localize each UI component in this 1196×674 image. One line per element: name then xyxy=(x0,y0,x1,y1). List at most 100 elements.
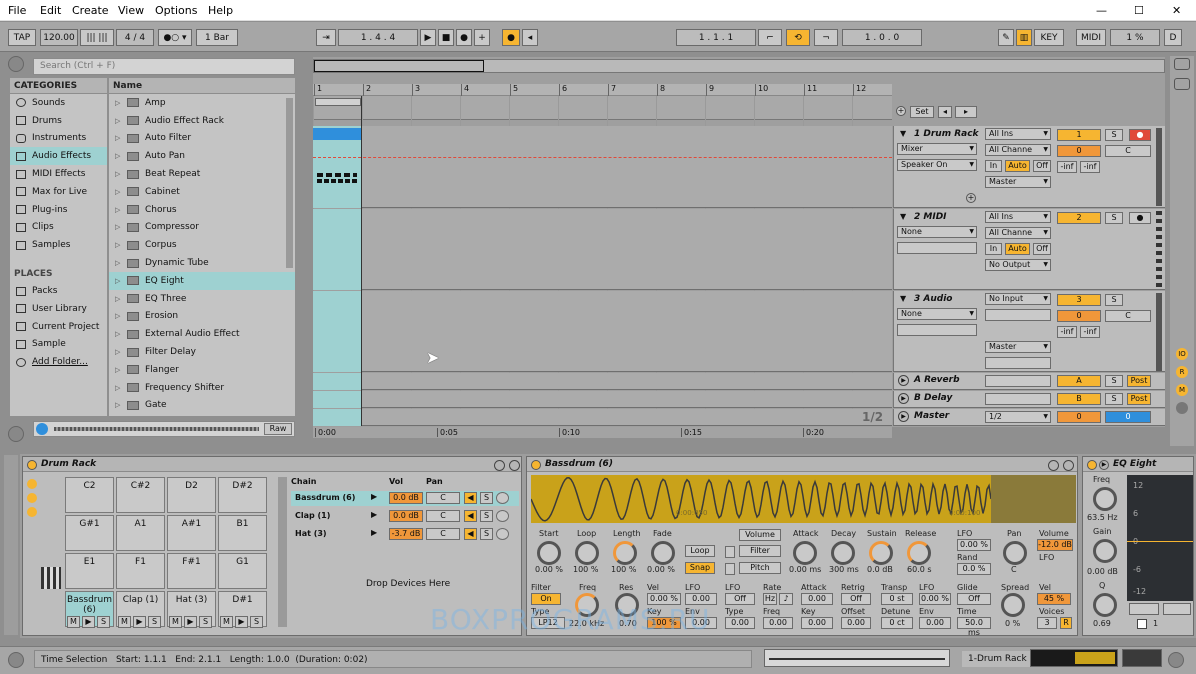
time-ruler[interactable]: 0:00 0:05 0:10 0:15 0:20 xyxy=(313,427,892,438)
expand-arrow-icon[interactable]: ▷ xyxy=(115,401,121,409)
show-devices-icon[interactable] xyxy=(27,507,37,517)
pad-solo-button[interactable]: S xyxy=(250,616,263,628)
pad-play-button[interactable]: ▶ xyxy=(184,616,197,628)
pad-mute-button[interactable]: M xyxy=(220,616,233,628)
track-activator[interactable]: 3 xyxy=(1057,294,1101,306)
rate-hz[interactable]: Hz xyxy=(763,593,777,605)
track-header-midi[interactable]: ▼ 2 MIDI None All Ins All Channe In Auto… xyxy=(893,209,1165,290)
input-channel-chooser[interactable]: All Channe xyxy=(985,227,1051,239)
monitor-auto-button[interactable]: Auto xyxy=(1005,243,1030,255)
hotswap-icon[interactable] xyxy=(496,510,509,522)
loop-length-field[interactable]: 1 . 0 . 0 xyxy=(842,29,922,46)
bar-number[interactable]: 2 xyxy=(363,84,371,96)
chain-name[interactable]: Bassdrum (6) xyxy=(295,493,355,502)
attack-knob[interactable] xyxy=(793,541,817,565)
track-name[interactable]: 3 Audio xyxy=(914,294,952,304)
lfo-attack[interactable]: 0.00 xyxy=(801,593,833,605)
track-name[interactable]: 2 MIDI xyxy=(914,212,947,222)
record-icon[interactable]: ● xyxy=(456,29,472,46)
track-lane-audio[interactable] xyxy=(313,291,892,372)
q-knob[interactable] xyxy=(1093,593,1117,617)
expand-arrow-icon[interactable]: ▷ xyxy=(115,330,121,338)
monitor-in-button[interactable]: In xyxy=(985,160,1002,172)
pad-solo-button[interactable]: S xyxy=(148,616,161,628)
chain-pan[interactable]: C xyxy=(426,492,460,504)
transp-value[interactable]: 0 st xyxy=(881,593,913,605)
solo-button[interactable]: S xyxy=(1105,375,1123,387)
hotswap-icon[interactable] xyxy=(496,528,509,540)
session-view-icon[interactable] xyxy=(1174,58,1190,70)
preview-icon[interactable] xyxy=(36,423,48,435)
expand-arrow-icon[interactable]: ▷ xyxy=(115,366,121,374)
bar-number[interactable]: 8 xyxy=(657,84,665,96)
pitch-tab-button[interactable]: Pitch xyxy=(739,562,781,574)
pitch-lfo-value[interactable]: 0.00 % xyxy=(919,593,951,605)
chain-solo-button[interactable]: S xyxy=(480,528,493,540)
solo-button[interactable]: S xyxy=(1105,212,1123,224)
time-selection[interactable] xyxy=(313,291,361,372)
browser-item[interactable]: ▷ Flanger xyxy=(109,361,295,379)
loop-button[interactable]: Loop xyxy=(685,545,715,557)
browser-item[interactable]: ▷ Erosion xyxy=(109,308,295,326)
browser-item[interactable]: ▷ Audio Effect Rack xyxy=(109,112,295,130)
browser-toggle-icon[interactable] xyxy=(8,56,24,72)
bar-number[interactable]: 3 xyxy=(412,84,420,96)
hotswap-icon[interactable] xyxy=(494,460,505,471)
bar-number[interactable]: 7 xyxy=(608,84,616,96)
menu-view[interactable]: View xyxy=(118,4,144,17)
overview-bar[interactable] xyxy=(313,59,1165,73)
play-icon[interactable]: ▶ xyxy=(420,29,436,46)
output-channel-chooser[interactable] xyxy=(985,357,1051,369)
solo-button[interactable]: S xyxy=(1105,393,1123,405)
expand-arrow-icon[interactable]: ▷ xyxy=(115,277,121,285)
category-max-for-live[interactable]: Max for Live xyxy=(10,183,107,201)
glide-time[interactable]: 50.0 ms xyxy=(957,617,991,637)
track-thumbnail[interactable] xyxy=(1030,649,1118,667)
automation-arm-icon[interactable]: ● xyxy=(502,29,520,46)
track-header-b-delay[interactable]: ▶ B Delay B S Post xyxy=(893,391,1165,408)
spread-knob[interactable] xyxy=(1001,593,1025,617)
post-button[interactable]: Post xyxy=(1127,375,1151,387)
category-instruments[interactable]: Instruments xyxy=(10,130,107,148)
output-chooser[interactable]: Speaker On xyxy=(897,159,977,171)
mixer-icon[interactable]: M xyxy=(1176,384,1188,396)
drum-pad[interactable]: C#2 xyxy=(116,477,165,513)
drum-pad[interactable]: D2 xyxy=(167,477,216,513)
eq-display[interactable]: 12 6 0 -6 -12 xyxy=(1127,475,1193,601)
chain-volume[interactable]: -3.7 dB xyxy=(389,528,423,540)
detune-value[interactable]: 0 ct xyxy=(881,617,913,629)
follow-icon[interactable]: ⇥ xyxy=(316,29,336,46)
device-title[interactable]: Bassdrum (6) xyxy=(527,457,1077,472)
save-preset-icon[interactable] xyxy=(509,460,520,471)
clip-header[interactable] xyxy=(313,128,361,140)
glide-chooser[interactable]: Off xyxy=(957,593,991,605)
pad-overview-icon[interactable] xyxy=(41,567,61,589)
chain-pan[interactable]: C xyxy=(426,528,460,540)
filter-toggle[interactable] xyxy=(725,546,735,558)
length-knob[interactable] xyxy=(613,541,637,565)
eq-eight-device[interactable]: EQ Eight ▶ Freq 63.5 Hz Gain 0.00 dB Q 0… xyxy=(1082,456,1194,636)
input-type-chooser[interactable]: No Input xyxy=(985,293,1051,305)
track-header-audio[interactable]: ▼ 3 Audio None No Input Master 3 S 0 C -… xyxy=(893,291,1165,372)
monitor-chooser[interactable]: Mixer xyxy=(897,143,977,155)
loop-brace-lane[interactable] xyxy=(313,96,892,120)
song-position-field[interactable]: 1 . 4 . 4 xyxy=(338,29,418,46)
lfo-key[interactable]: 0.00 xyxy=(801,617,833,629)
key-map-button[interactable]: KEY xyxy=(1034,29,1064,46)
chain-play-icon[interactable]: ▶ xyxy=(371,492,377,501)
device-on-icon[interactable] xyxy=(27,460,37,470)
volume-tab-button[interactable]: Volume xyxy=(739,529,781,541)
add-locator-icon[interactable]: + xyxy=(896,106,906,116)
fold-icon[interactable]: ▶ xyxy=(898,375,909,386)
arm-button[interactable]: ● xyxy=(1129,212,1151,224)
input-type-chooser[interactable]: All Ins xyxy=(985,211,1051,223)
browser-scrollbar[interactable] xyxy=(286,98,293,268)
browser-item[interactable]: ▷ Cabinet xyxy=(109,183,295,201)
automation-line[interactable] xyxy=(313,157,892,158)
browser-item[interactable]: ▷ Compressor xyxy=(109,219,295,237)
category-midi-effects[interactable]: MIDI Effects xyxy=(10,165,107,183)
browser-item[interactable]: ▷ EQ Eight xyxy=(109,271,295,290)
chain-solo-button[interactable]: S xyxy=(480,492,493,504)
place-user-library[interactable]: User Library xyxy=(10,300,107,318)
pad-mute-button[interactable]: M xyxy=(169,616,182,628)
